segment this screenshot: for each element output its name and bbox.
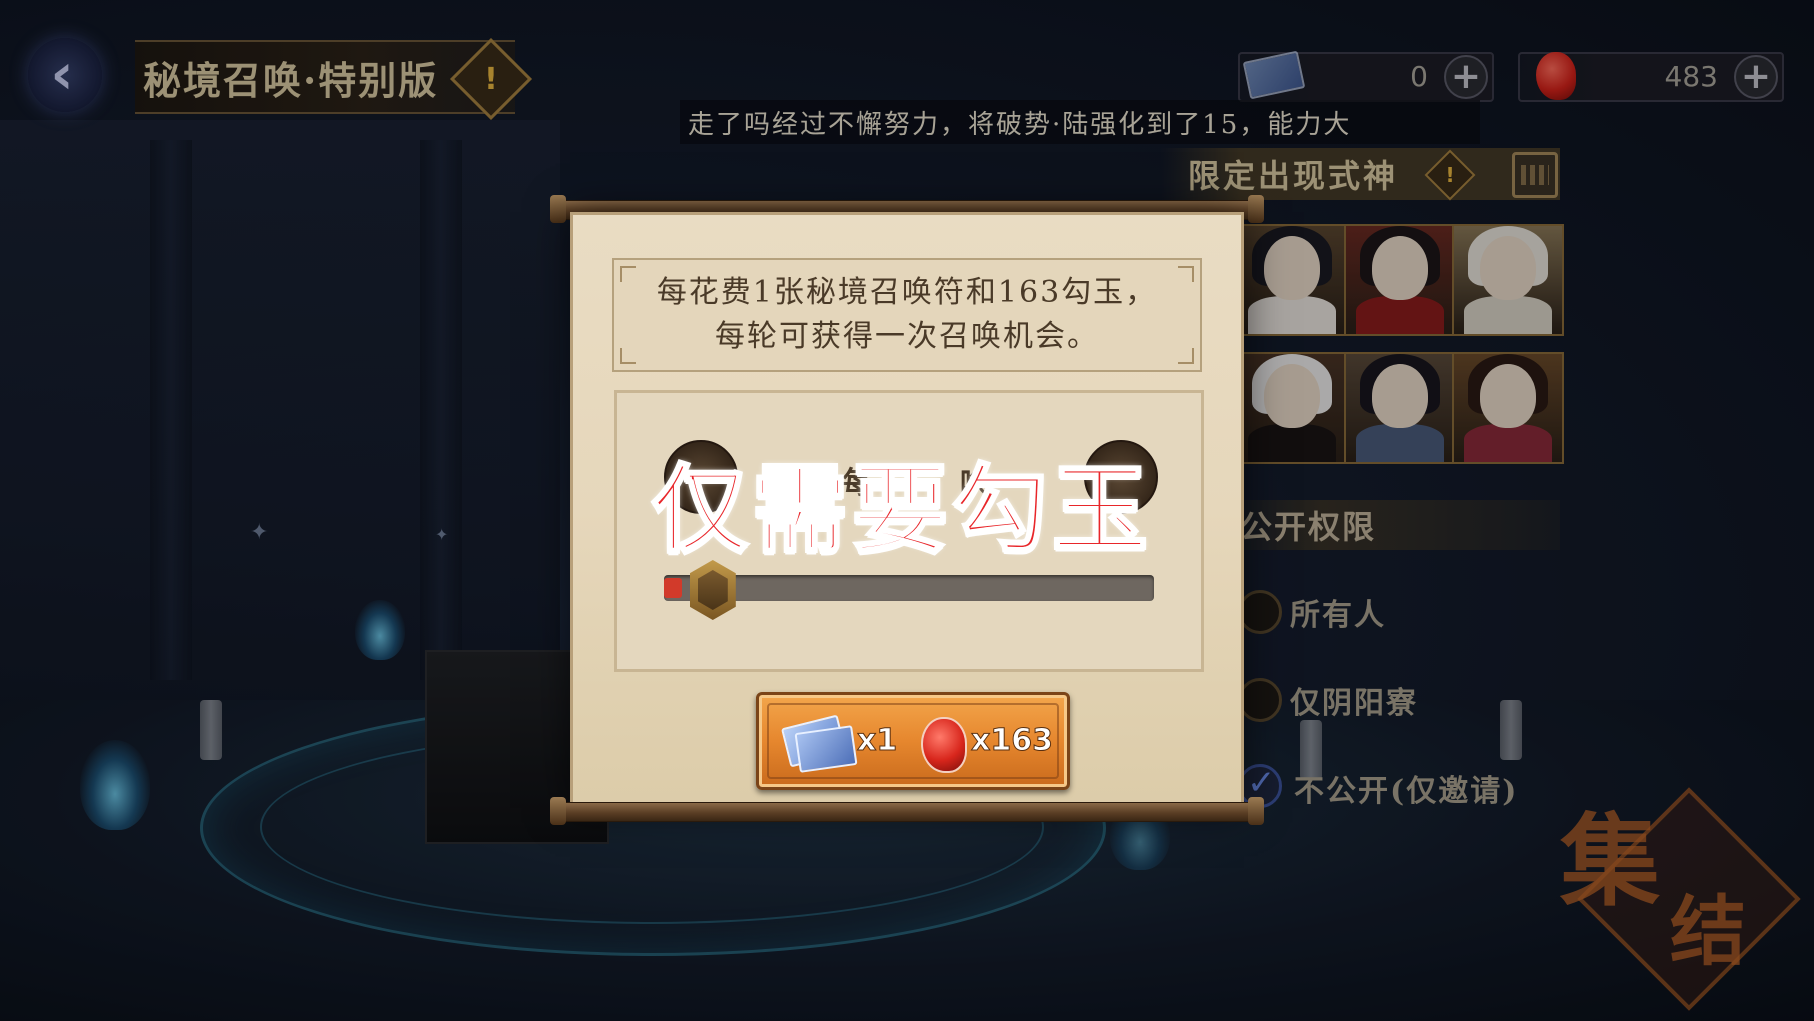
summon-confirm-button[interactable]: x1 x163: [756, 692, 1070, 790]
magatama-cost: x163: [971, 723, 1054, 759]
description-line-1: 每花费1张秘境召唤符和163勾玉，: [656, 275, 1158, 310]
scroll-bottom-rod: [556, 802, 1260, 822]
summon-description: 每花费1张秘境召唤符和163勾玉， 每轮可获得一次召唤机会。: [612, 258, 1202, 372]
scroll-rod-cap: [1248, 195, 1264, 223]
scroll-rod-cap: [1248, 797, 1264, 825]
quantity-slider-fill: [664, 578, 682, 598]
quantity-slider-track[interactable]: [664, 575, 1154, 601]
summon-ticket-icon: [794, 725, 858, 773]
description-line-2: 每轮可获得一次召唤机会。: [715, 319, 1099, 354]
ticket-cost: x1: [856, 723, 898, 759]
scroll-rod-cap: [550, 195, 566, 223]
magatama-icon: [921, 717, 967, 773]
overlay-caption: 仅需要勾玉: [651, 453, 1152, 568]
scroll-rod-cap: [550, 797, 566, 825]
quantity-slider-knob[interactable]: [689, 560, 736, 620]
